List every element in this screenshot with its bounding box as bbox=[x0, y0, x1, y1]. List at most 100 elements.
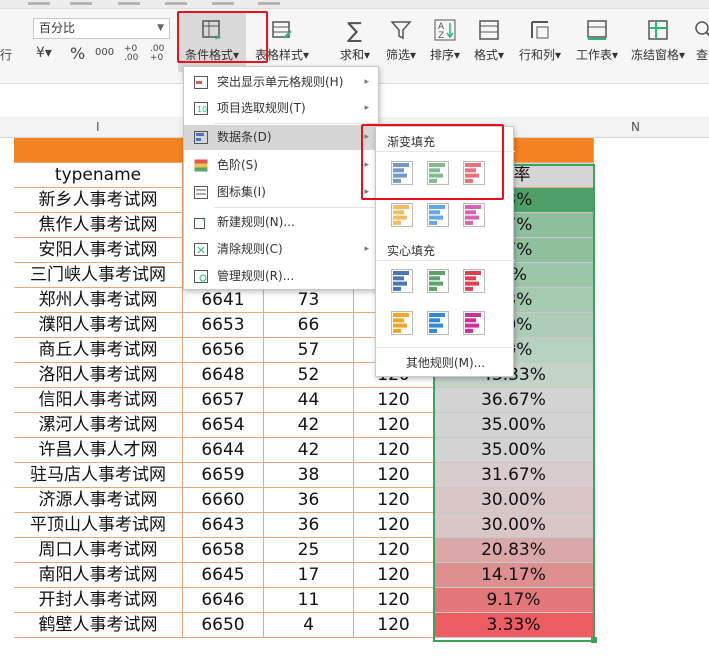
cell-base[interactable]: 120 bbox=[354, 613, 434, 638]
cell-id[interactable]: 6657 bbox=[183, 388, 264, 413]
cell-name[interactable]: 漯河人事考试网 bbox=[14, 413, 183, 438]
freeze-panes-button[interactable]: 冻结窗格▾ bbox=[628, 12, 688, 72]
find-button[interactable]: 查 bbox=[692, 12, 709, 72]
currency-button[interactable]: ¥▾ bbox=[36, 45, 52, 61]
solid-bar-option[interactable] bbox=[427, 269, 449, 293]
filter-button[interactable]: 筛选▾ bbox=[380, 12, 422, 72]
table-row: 驻马店人事考试网 6659 38 120 31.67% bbox=[0, 463, 709, 488]
cell-id[interactable]: 6656 bbox=[183, 338, 264, 363]
cell-name[interactable]: 安阳人事考试网 bbox=[14, 238, 183, 263]
percent-button[interactable]: % bbox=[70, 44, 85, 63]
cell-id[interactable]: 6654 bbox=[183, 413, 264, 438]
more-rules-link[interactable]: 其他规则(M)... bbox=[376, 354, 515, 371]
cell-base[interactable]: 120 bbox=[354, 513, 434, 538]
menu-data-bars[interactable]: 数据条(D) ▸ bbox=[184, 125, 378, 150]
cell-name[interactable]: 驻马店人事考试网 bbox=[14, 463, 183, 488]
column-header-i[interactable]: I bbox=[96, 120, 100, 134]
cell-num[interactable]: 44 bbox=[264, 388, 354, 413]
cell-id[interactable]: 6648 bbox=[183, 363, 264, 388]
worksheet-icon bbox=[587, 20, 607, 40]
cell-name[interactable]: 洛阳人事考试网 bbox=[14, 363, 183, 388]
menu-highlight-rules[interactable]: 突出显示单元格规则(H) ▸ bbox=[184, 70, 378, 95]
search-icon bbox=[695, 21, 709, 37]
cell-name[interactable]: 濮阳人事考试网 bbox=[14, 313, 183, 338]
solid-bar-option[interactable] bbox=[463, 269, 485, 293]
highlight-rules-icon bbox=[194, 76, 208, 89]
cell-base[interactable]: 120 bbox=[354, 413, 434, 438]
cell-name[interactable]: 许昌人事人才网 bbox=[14, 438, 183, 463]
cell-name[interactable]: 三门峡人事考试网 bbox=[14, 263, 183, 288]
decrease-decimal-button[interactable]: .00 +0 bbox=[150, 45, 172, 63]
cell-num[interactable]: 57 bbox=[264, 338, 354, 363]
cell-num[interactable]: 36 bbox=[264, 513, 354, 538]
cell-base[interactable]: 120 bbox=[354, 538, 434, 563]
sum-button[interactable]: ∑ 求和▾ bbox=[334, 12, 376, 72]
cell-name[interactable]: 南阳人事考试网 bbox=[14, 563, 183, 588]
solid-bar-option[interactable] bbox=[391, 269, 413, 293]
fill-handle[interactable] bbox=[591, 637, 597, 643]
cell-num[interactable]: 17 bbox=[264, 563, 354, 588]
cell-id[interactable]: 6641 bbox=[183, 288, 264, 313]
cell-id[interactable]: 6645 bbox=[183, 563, 264, 588]
worksheet-button[interactable]: 工作表▾ bbox=[570, 12, 624, 72]
cell-base[interactable]: 120 bbox=[354, 463, 434, 488]
cell-num[interactable]: 42 bbox=[264, 413, 354, 438]
wrap-text-button[interactable]: 行 bbox=[0, 46, 12, 63]
cell-id[interactable]: 6653 bbox=[183, 313, 264, 338]
cell-name[interactable]: 信阳人事考试网 bbox=[14, 388, 183, 413]
cell-num[interactable]: 73 bbox=[264, 288, 354, 313]
solid-bar-option[interactable] bbox=[391, 311, 413, 335]
cell-name[interactable]: 济源人事考试网 bbox=[14, 488, 183, 513]
table-row: 平顶山人事考试网 6643 36 120 30.00% bbox=[0, 513, 709, 538]
menu-top-bottom-rules[interactable]: 10 项目选取规则(T) ▸ bbox=[184, 96, 378, 121]
cell-num[interactable]: 4 bbox=[264, 613, 354, 638]
cell-name[interactable]: 新乡人事考试网 bbox=[14, 188, 183, 213]
menu-clear-rules[interactable]: 清除规则(C) ▸ bbox=[184, 237, 378, 262]
cell-name[interactable]: 商丘人事考试网 bbox=[14, 338, 183, 363]
cell-num[interactable]: 11 bbox=[264, 588, 354, 613]
cell-name[interactable]: 郑州人事考试网 bbox=[14, 288, 183, 313]
submenu-arrow-icon: ▸ bbox=[364, 103, 369, 113]
cell-id[interactable]: 6658 bbox=[183, 538, 264, 563]
rows-cols-button[interactable]: 行和列▾ bbox=[514, 12, 566, 72]
cell-id[interactable]: 6650 bbox=[183, 613, 264, 638]
cell-num[interactable]: 36 bbox=[264, 488, 354, 513]
cell-num[interactable]: 25 bbox=[264, 538, 354, 563]
menu-new-rule[interactable]: * 新建规则(N)... bbox=[184, 210, 378, 235]
cell-base[interactable]: 120 bbox=[354, 588, 434, 613]
increase-decimal-button[interactable]: +0 .00 bbox=[124, 45, 146, 63]
thousands-button[interactable]: 000 bbox=[95, 47, 114, 58]
column-header-n[interactable]: N bbox=[631, 120, 640, 134]
cell-name[interactable]: 鹤壁人事考试网 bbox=[14, 613, 183, 638]
menu-manage-rules[interactable]: 管理规则(R)... bbox=[184, 264, 378, 289]
cell-id[interactable]: 6646 bbox=[183, 588, 264, 613]
cell-num[interactable]: 66 bbox=[264, 313, 354, 338]
gradient-bar-option[interactable] bbox=[463, 203, 485, 227]
cell-id[interactable]: 6660 bbox=[183, 488, 264, 513]
solid-bar-option[interactable] bbox=[427, 311, 449, 335]
cell-name[interactable]: 周口人事考试网 bbox=[14, 538, 183, 563]
number-format-select[interactable]: 百分比 ▼ bbox=[33, 18, 170, 39]
cell-name[interactable]: 焦作人事考试网 bbox=[14, 213, 183, 238]
format-button[interactable]: 格式▾ bbox=[468, 12, 510, 72]
menu-color-scales[interactable]: 色阶(S) ▸ bbox=[184, 153, 378, 178]
sort-button[interactable]: AZ 排序▾ bbox=[424, 12, 466, 72]
cell-name[interactable]: 平顶山人事考试网 bbox=[14, 513, 183, 538]
menu-icon-sets[interactable]: 图标集(I) ▸ bbox=[184, 180, 378, 205]
cell-base[interactable]: 120 bbox=[354, 488, 434, 513]
cell-num[interactable]: 42 bbox=[264, 438, 354, 463]
cell-base[interactable]: 120 bbox=[354, 388, 434, 413]
gradient-bar-option[interactable] bbox=[427, 203, 449, 227]
header-typename[interactable]: typename bbox=[14, 163, 183, 188]
gradient-bar-option[interactable] bbox=[391, 203, 413, 227]
cell-base[interactable]: 120 bbox=[354, 438, 434, 463]
cell-id[interactable]: 6659 bbox=[183, 463, 264, 488]
cell-id[interactable]: 6644 bbox=[183, 438, 264, 463]
cell-num[interactable]: 38 bbox=[264, 463, 354, 488]
cell-num[interactable]: 52 bbox=[264, 363, 354, 388]
cell-name[interactable]: 开封人事考试网 bbox=[14, 588, 183, 613]
cell-base[interactable]: 120 bbox=[354, 563, 434, 588]
solid-bar-option[interactable] bbox=[463, 311, 485, 335]
format-icon bbox=[479, 20, 499, 40]
cell-id[interactable]: 6643 bbox=[183, 513, 264, 538]
